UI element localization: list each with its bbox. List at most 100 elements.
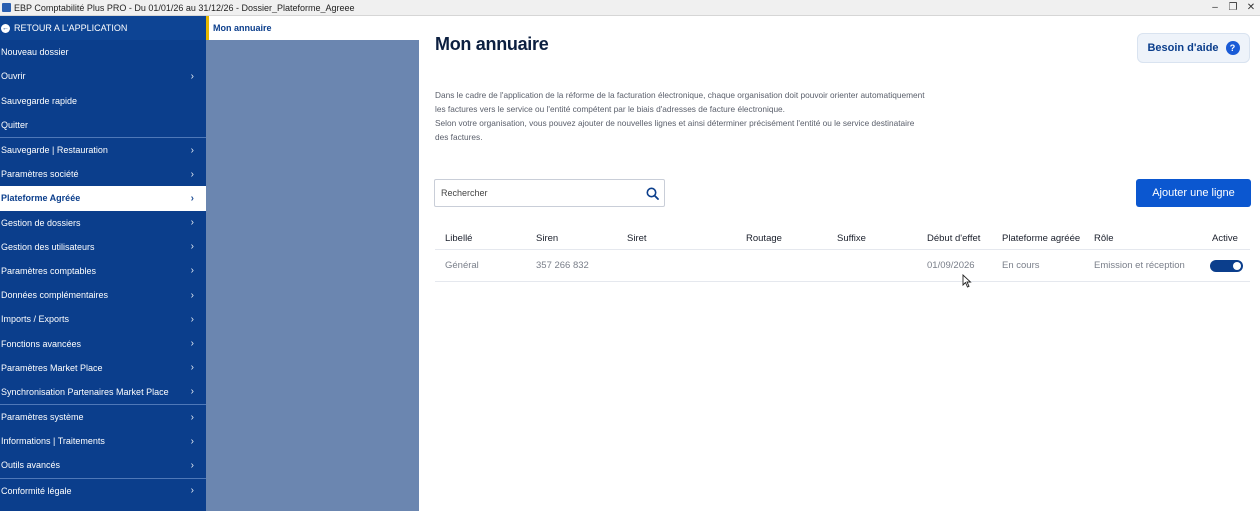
header-libelle[interactable]: Libellé (445, 233, 472, 244)
table-row[interactable]: Général 357 266 832 01/09/2026 En cours … (435, 250, 1250, 282)
arrow-left-icon: ← (1, 23, 10, 33)
sidebar-item-gestion-utilisateurs[interactable]: Gestion des utilisateurs › (0, 235, 206, 259)
cell-role: Emission et réception (1094, 260, 1185, 271)
sidebar-item-quitter[interactable]: Quitter (0, 113, 206, 137)
sidebar-item-label: Synchronisation Partenaires Market Place (1, 386, 169, 397)
chevron-right-icon: › (190, 435, 194, 447)
sidebar-item-nouveau-dossier[interactable]: Nouveau dossier (0, 40, 206, 64)
sidebar-item-plateforme-agreee[interactable]: Plateforme Agréée › (0, 186, 206, 211)
chevron-right-icon: › (190, 241, 194, 253)
chevron-right-icon: › (190, 168, 194, 180)
sidebar-item-label: Paramètres comptables (1, 265, 97, 276)
sidebar-item-imports-exports[interactable]: Imports / Exports › (0, 307, 206, 331)
description-line: Selon votre organisation, vous pouvez aj… (435, 118, 915, 128)
header-active[interactable]: Active (1212, 233, 1238, 244)
chevron-right-icon: › (190, 289, 194, 301)
sidebar-item-sauvegarde-rapide[interactable]: Sauvegarde rapide (0, 89, 206, 113)
search-box (434, 179, 665, 207)
close-icon[interactable]: ✕ (1242, 2, 1260, 13)
subpanel: Mon annuaire (206, 16, 419, 511)
sidebar-item-label: Informations | Traitements (1, 436, 105, 447)
window-titlebar: EBP Comptabilité Plus PRO - Du 01/01/26 … (0, 0, 1260, 16)
sidebar-item-label: Gestion de dossiers (1, 217, 81, 228)
header-siren[interactable]: Siren (536, 233, 558, 244)
sidebar: ← RETOUR A L'APPLICATION Nouveau dossier… (0, 16, 206, 511)
mouse-cursor-icon (962, 274, 972, 288)
minimize-icon[interactable]: ‒ (1206, 2, 1224, 13)
sidebar-item-synchronisation-partenaires[interactable]: Synchronisation Partenaires Market Place… (0, 380, 206, 404)
sidebar-item-label: Quitter (1, 119, 29, 130)
header-role[interactable]: Rôle (1094, 233, 1114, 244)
sidebar-item-conformite-legale[interactable]: Conformité légale › (0, 479, 206, 503)
description-line: des factures. (435, 132, 483, 142)
restore-icon[interactable]: ❐ (1224, 2, 1242, 13)
directory-table: Libellé Siren Siret Routage Suffixe Débu… (435, 228, 1250, 282)
active-toggle[interactable] (1210, 259, 1243, 272)
toggle-knob (1233, 261, 1241, 270)
page-title: Mon annuaire (435, 34, 549, 54)
sidebar-item-donnees-complementaires[interactable]: Données complémentaires › (0, 283, 206, 307)
sidebar-item-label: Paramètres Market Place (1, 362, 103, 373)
sidebar-item-parametres-societe[interactable]: Paramètres société › (0, 162, 206, 186)
sidebar-item-label: Données complémentaires (1, 290, 109, 301)
sidebar-item-parametres-market-place[interactable]: Paramètres Market Place › (0, 356, 206, 380)
sidebar-item-label: Ouvrir (1, 71, 26, 82)
chevron-right-icon: › (190, 70, 194, 82)
page-description: Dans le cadre de l'application de la réf… (435, 88, 995, 144)
help-button[interactable]: Besoin d'aide ? (1137, 33, 1250, 63)
main-content: Mon annuaire Besoin d'aide ? Dans le cad… (419, 16, 1260, 511)
sidebar-item-label: Plateforme Agréée (1, 193, 81, 204)
add-line-button[interactable]: Ajouter une ligne (1136, 179, 1251, 207)
sidebar-item-parametres-systeme[interactable]: Paramètres système › (0, 405, 206, 429)
header-suffixe[interactable]: Suffixe (837, 233, 866, 244)
cell-libelle: Général (445, 260, 479, 271)
sidebar-item-label: Paramètres système (1, 412, 84, 423)
table-header: Libellé Siren Siret Routage Suffixe Débu… (435, 228, 1250, 250)
chevron-right-icon: › (190, 144, 194, 156)
sidebar-item-gestion-dossiers[interactable]: Gestion de dossiers › (0, 211, 206, 235)
header-siret[interactable]: Siret (627, 233, 647, 244)
header-debut-effet[interactable]: Début d'effet (927, 233, 980, 244)
subpanel-item-mon-annuaire[interactable]: Mon annuaire (206, 16, 419, 40)
search-icon[interactable] (640, 181, 664, 205)
chevron-right-icon: › (190, 192, 194, 204)
sidebar-item-label: Outils avancés (1, 460, 61, 471)
chevron-right-icon: › (190, 338, 194, 350)
chevron-right-icon: › (190, 362, 194, 374)
cell-plateforme-agreee: En cours (1002, 260, 1040, 271)
header-routage[interactable]: Routage (746, 233, 782, 244)
sidebar-item-outils-avances[interactable]: Outils avancés › (0, 453, 206, 477)
sidebar-item-label: Conformité légale (1, 485, 72, 496)
chevron-right-icon: › (190, 386, 194, 398)
sidebar-item-label: Sauvegarde | Restauration (1, 145, 108, 156)
sidebar-item-ouvrir[interactable]: Ouvrir › (0, 64, 206, 88)
sidebar-item-label: Nouveau dossier (1, 47, 69, 58)
app-icon (2, 3, 11, 12)
help-label: Besoin d'aide (1147, 42, 1219, 54)
sidebar-item-label: Sauvegarde rapide (1, 95, 78, 106)
sidebar-item-sauvegarde-restauration[interactable]: Sauvegarde | Restauration › (0, 138, 206, 162)
cell-siren: 357 266 832 (536, 260, 589, 271)
cell-debut-effet: 01/09/2026 (927, 260, 975, 271)
chevron-right-icon: › (190, 217, 194, 229)
chevron-right-icon: › (190, 459, 194, 471)
search-input[interactable] (441, 188, 640, 198)
description-line: Dans le cadre de l'application de la réf… (435, 90, 925, 100)
question-icon: ? (1225, 41, 1240, 55)
sidebar-item-parametres-comptables[interactable]: Paramètres comptables › (0, 259, 206, 283)
chevron-right-icon: › (190, 313, 194, 325)
sidebar-item-label: Paramètres société (1, 169, 79, 180)
window-title: EBP Comptabilité Plus PRO - Du 01/01/26 … (14, 2, 355, 13)
sidebar-item-label: Fonctions avancées (1, 338, 82, 349)
header-plateforme-agreee[interactable]: Plateforme agréée (1002, 233, 1080, 244)
sidebar-item-informations-traitements[interactable]: Informations | Traitements › (0, 429, 206, 453)
sidebar-item-label: Gestion des utilisateurs (1, 241, 95, 252)
back-to-app-button[interactable]: ← RETOUR A L'APPLICATION (0, 16, 206, 41)
chevron-right-icon: › (190, 265, 194, 277)
chevron-right-icon: › (190, 485, 194, 497)
back-to-app-label: RETOUR A L'APPLICATION (14, 23, 128, 34)
description-line: les factures vers le service ou l'entité… (435, 104, 785, 114)
chevron-right-icon: › (190, 411, 194, 423)
sidebar-item-label: Imports / Exports (1, 314, 70, 325)
sidebar-item-fonctions-avancees[interactable]: Fonctions avancées › (0, 331, 206, 355)
